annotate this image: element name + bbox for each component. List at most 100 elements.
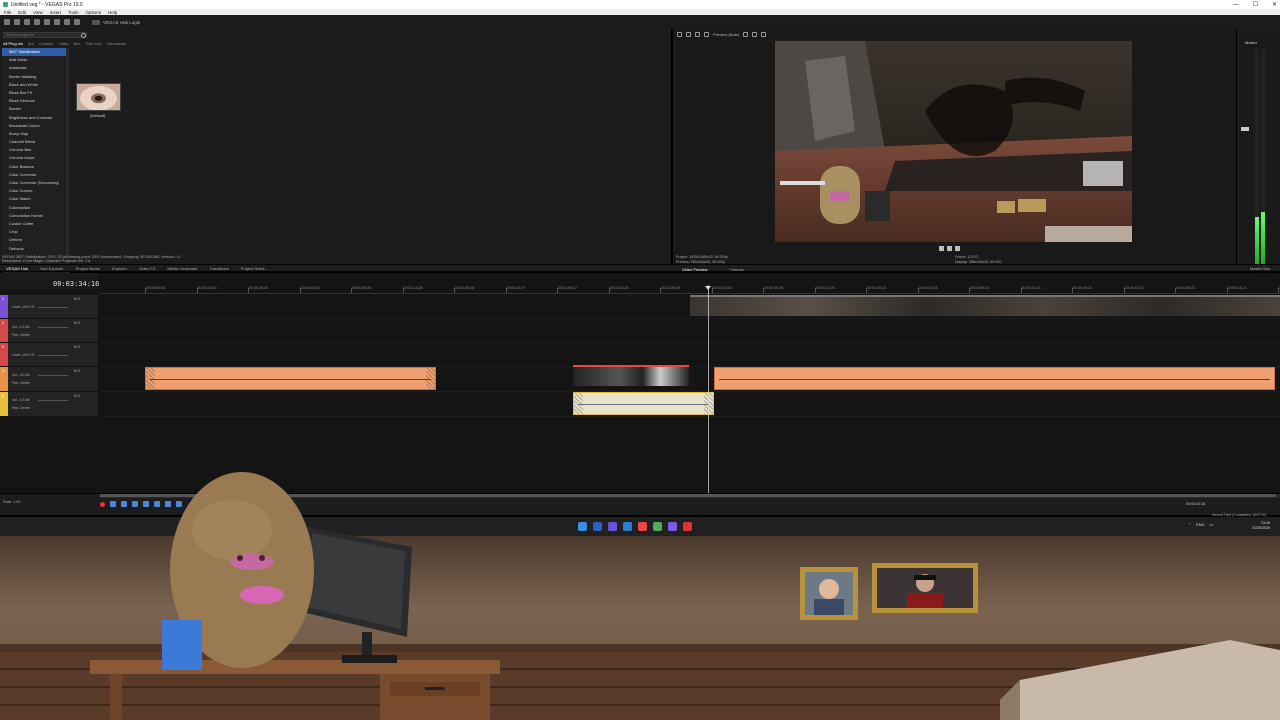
plugin-list-item[interactable]: Deform <box>2 236 68 244</box>
mute-solo-buttons[interactable]: M S <box>74 297 80 301</box>
tab-hub-explorer[interactable]: Hub Explorer <box>34 266 69 271</box>
maximize-button[interactable]: ☐ <box>1253 1 1258 8</box>
preset-thumbnail[interactable] <box>76 83 121 111</box>
preview-play-icon[interactable] <box>939 246 944 251</box>
preview-settings-icon[interactable] <box>677 32 682 37</box>
steam-icon[interactable] <box>623 522 632 531</box>
tab-film-look[interactable]: Film look <box>86 41 102 46</box>
menu-help[interactable]: Help <box>108 10 117 15</box>
lane-track-2[interactable] <box>100 319 1280 343</box>
track-header-2[interactable]: 2 M S Vol: -1.9 dB Pan: Center <box>0 319 98 343</box>
play-icon[interactable] <box>132 501 138 507</box>
split-screen-icon[interactable] <box>686 32 691 37</box>
tab-vegas-hub[interactable]: VEGAS Hub <box>0 266 34 271</box>
track-level[interactable]: Level: 100.0 % <box>12 305 34 309</box>
track-volume[interactable]: Vol: -1.9 dB <box>12 325 30 329</box>
tab-video-fx[interactable]: Video FX <box>133 266 161 271</box>
vegas-task-icon[interactable] <box>608 522 617 531</box>
search-app-icon[interactable] <box>593 522 602 531</box>
volume-slider[interactable] <box>38 400 68 401</box>
preview-device-icon[interactable] <box>704 32 709 37</box>
grid-icon[interactable] <box>743 32 749 37</box>
new-project-icon[interactable] <box>4 19 10 25</box>
network-icon[interactable]: ▭ <box>1209 522 1213 527</box>
tab-project-media[interactable]: Project Media <box>70 266 106 271</box>
plugin-list-item[interactable]: Cookie Cutter <box>2 220 68 228</box>
track-area[interactable] <box>100 295 1280 417</box>
track-level[interactable]: Level: 100.0 % <box>12 353 34 357</box>
plugin-list-item[interactable]: Color Match <box>2 195 68 203</box>
hub-login-button[interactable]: VEGAS Hub Login <box>92 19 140 25</box>
render-icon[interactable] <box>34 19 40 25</box>
audio-event-gameplay[interactable] <box>714 367 1275 390</box>
mute-solo-buttons[interactable]: M S <box>74 321 80 325</box>
track-header-3[interactable]: 3 M S Level: 100.0 % <box>0 343 98 367</box>
discord-icon[interactable] <box>668 522 677 531</box>
audio-fade-in[interactable] <box>146 368 155 389</box>
plugin-list-item[interactable]: Color Corrector <box>2 171 68 179</box>
menu-edit[interactable]: Edit <box>18 10 26 15</box>
tab-video-preview[interactable]: Video Preview <box>676 267 714 272</box>
plugin-list-scrollbar[interactable] <box>66 48 69 273</box>
plugin-list-item[interactable]: Chroma Blur <box>2 146 68 154</box>
mute-solo-buttons[interactable]: M S <box>74 369 80 373</box>
tab-transitions-window[interactable]: Transitions <box>203 266 234 271</box>
start-icon[interactable] <box>578 522 587 531</box>
audio-event-voice[interactable] <box>145 367 436 390</box>
plugin-list-item[interactable]: Bezier Masking <box>2 73 68 81</box>
save-icon[interactable] <box>24 19 30 25</box>
open-icon[interactable] <box>14 19 20 25</box>
redo-icon[interactable] <box>54 19 60 25</box>
overlay-icon[interactable] <box>695 32 700 37</box>
plugin-list-item[interactable]: Color Balance <box>2 163 68 171</box>
track-header-1[interactable]: 1 M S Level: 100.0 % <box>0 295 98 319</box>
track-header-5[interactable]: 5 M S Vol: -4.3 dB Pan: Center <box>0 392 98 417</box>
preview-quality-dropdown[interactable]: Preview (Auto) <box>713 32 739 37</box>
level-slider[interactable] <box>38 307 68 308</box>
tab-blur[interactable]: Blur <box>73 41 80 46</box>
plugin-list-item[interactable]: Block Remove <box>2 97 68 105</box>
mute-solo-buttons[interactable]: M S <box>74 345 80 349</box>
close-button[interactable]: ✕ <box>1272 1 1277 8</box>
plugin-list-item[interactable]: Border <box>2 105 68 113</box>
volume-slider[interactable] <box>38 327 68 328</box>
track-pan[interactable]: Pan: Center <box>12 406 30 410</box>
undo-icon[interactable] <box>44 19 50 25</box>
menu-file[interactable]: File <box>4 10 11 15</box>
audio-event-clip[interactable] <box>573 392 714 415</box>
plugin-list-item[interactable]: Channel Blend <box>2 138 68 146</box>
master-volume-fader[interactable] <box>1241 127 1249 131</box>
preview-video-frame[interactable] <box>775 41 1132 242</box>
mute-solo-buttons[interactable]: M S <box>74 394 80 398</box>
plugin-list-item[interactable]: Convolution Kernel <box>2 212 68 220</box>
chrome-icon[interactable] <box>638 522 647 531</box>
minimize-button[interactable]: — <box>1233 2 1239 8</box>
plugin-list-item[interactable]: Block Bar FX <box>2 89 68 97</box>
language-indicator[interactable]: ENG <box>1196 523 1204 527</box>
tab-project-notes[interactable]: Project Notes <box>235 266 271 271</box>
properties-icon[interactable] <box>64 19 70 25</box>
track-pan[interactable]: Pan: Center <box>12 333 30 337</box>
preview-stop-icon[interactable] <box>955 246 960 251</box>
plugin-list-item[interactable]: Colorization <box>2 204 68 212</box>
menu-tools[interactable]: Tools <box>68 10 79 15</box>
taskbar-clock[interactable]: 23:49 01/05/2026 <box>1252 521 1270 531</box>
tab-explorer[interactable]: Explorer <box>106 266 133 271</box>
preview-pause-icon[interactable] <box>947 246 952 251</box>
video-event-gameplay[interactable] <box>690 295 1280 316</box>
plugin-list-item[interactable]: Color Curves <box>2 187 68 195</box>
plugin-list-item[interactable]: Broadcast Colors <box>2 122 68 130</box>
timeline-ruler[interactable]: 00:00:00;00 00:00:15;00 00:00:29;29 00:00:4… <box>100 284 1280 294</box>
tab-transitions[interactable]: Transitions <box>107 41 126 46</box>
lane-track-4[interactable] <box>100 367 1280 392</box>
lane-track-5[interactable] <box>100 392 1280 417</box>
settings-icon[interactable] <box>74 19 80 25</box>
spotify-icon[interactable] <box>653 522 662 531</box>
search-icon[interactable] <box>81 33 86 38</box>
copy-snapshot-icon[interactable] <box>752 32 758 37</box>
tab-media-generator[interactable]: Media Generator <box>161 266 203 271</box>
track-volume[interactable]: Vol: -3.0 dB <box>12 373 30 377</box>
plugin-list-item[interactable]: Crop <box>2 228 68 236</box>
plugin-list-item[interactable]: Autoscale <box>2 64 68 72</box>
recorder-icon[interactable] <box>683 522 692 531</box>
